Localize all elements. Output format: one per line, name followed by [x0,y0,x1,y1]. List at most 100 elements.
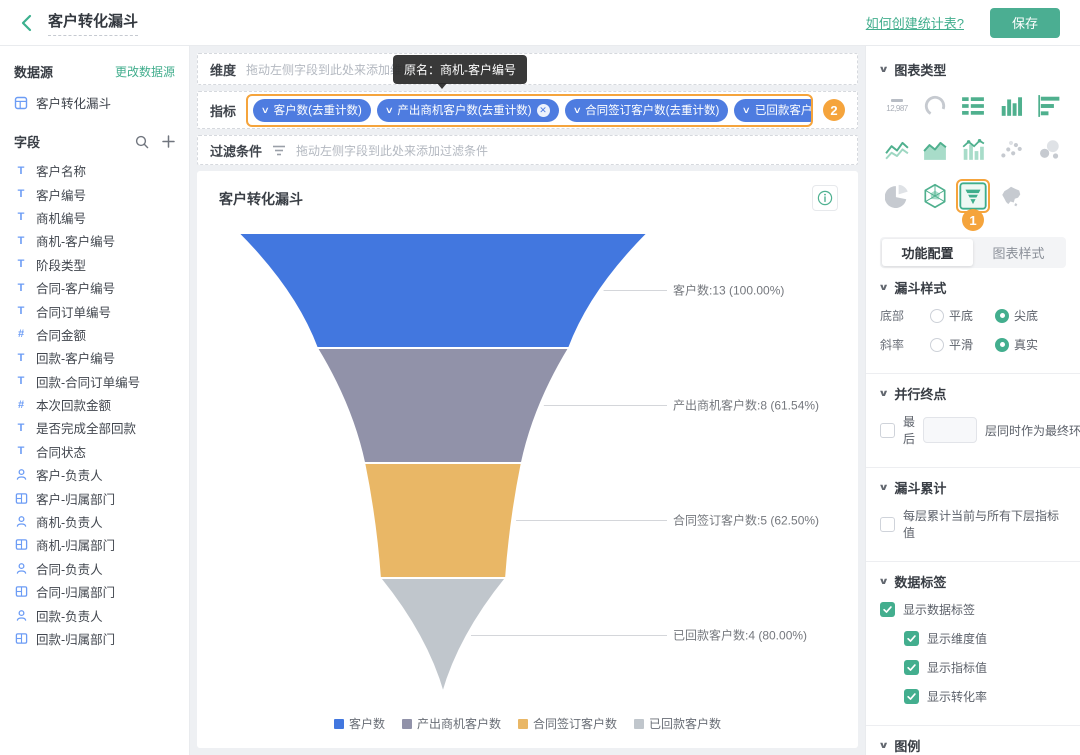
field-item[interactable]: 商机-归属部门 [14,533,175,556]
show-data-labels-checkbox[interactable] [880,602,895,617]
bubble-chart-icon[interactable] [1034,135,1064,165]
field-item[interactable]: T合同订单编号 [14,299,175,322]
field-item[interactable]: 客户-归属部门 [14,486,175,509]
radar-chart-icon[interactable] [920,181,950,211]
gauge-icon[interactable] [920,91,950,121]
field-item[interactable]: 合同-归属部门 [14,580,175,603]
line-chart-icon[interactable] [882,135,912,165]
funnel-chart: 客户数:13 (100.00%)产出商机客户数:8 (61.54%)合同签订客户… [197,219,858,719]
metric-drop-zone[interactable]: 指标 ∨客户数(去重计数)∨产出商机客户数(去重计数)✕∨合同签订客户数(去重计… [197,91,858,129]
table-chart-icon[interactable] [958,91,988,121]
text-field-icon: T [14,351,28,365]
field-item-label: 是否完成全部回款 [36,418,136,437]
filter-label: 过滤条件 [210,141,262,160]
field-item-label: 合同-归属部门 [36,582,115,601]
sub-checkbox[interactable] [904,660,919,675]
dimension-drop-zone[interactable]: 维度 拖动左侧字段到此处来添加维度 [197,53,858,85]
page-title[interactable]: 客户转化漏斗 [48,10,138,36]
radio-option[interactable]: 平底 [930,307,973,324]
funnel-chart-icon [958,181,988,211]
column-chart-icon[interactable] [996,91,1026,121]
field-item[interactable]: T商机编号 [14,206,175,229]
legend-item[interactable]: 客户数 [334,715,385,732]
field-item-label: 阶段类型 [36,255,86,274]
field-item[interactable]: 商机-负责人 [14,510,175,533]
funnel-segment [238,233,648,348]
person-field-icon [14,468,28,481]
chart-type-empty-cell [1034,181,1064,211]
sub-checkbox[interactable] [904,689,919,704]
area-chart-icon[interactable] [920,135,950,165]
field-item[interactable]: #合同金额 [14,323,175,346]
field-item[interactable]: T是否完成全部回款 [14,416,175,439]
field-item[interactable]: 回款-负责人 [14,603,175,626]
back-button[interactable] [20,14,34,32]
metric-pill[interactable]: ∨合同签订客户数(去重计数) [565,99,729,122]
option-row-label: 斜率 [880,336,922,353]
parallel-end-checkbox[interactable] [880,423,895,438]
radio-option[interactable]: 真实 [995,336,1038,353]
section-parallel-end[interactable]: ∨ 并行终点 [866,374,1080,407]
section-legend[interactable]: ∨ 图例 [866,726,1080,755]
save-button[interactable]: 保存 [990,8,1060,38]
help-link[interactable]: 如何创建统计表? [866,13,964,32]
radio-option[interactable]: 平滑 [930,336,973,353]
field-item[interactable]: 客户-负责人 [14,463,175,486]
section-funnel-style[interactable]: ∨ 漏斗样式 [866,268,1080,301]
field-item[interactable]: 回款-归属部门 [14,627,175,650]
chevron-down-icon: ∨ [878,740,889,751]
field-item-label: 合同-客户编号 [36,278,115,297]
field-item[interactable]: T回款-合同订单编号 [14,370,175,393]
legend-item[interactable]: 已回款客户数 [634,715,721,732]
tab-active[interactable]: 功能配置 [882,239,973,266]
sub-checkbox[interactable] [904,631,919,646]
chart-legend: 客户数产出商机客户数合同签订客户数已回款客户数 [197,715,858,732]
datasource-item[interactable]: 客户转化漏斗 [14,91,175,120]
show-data-labels-row: 显示数据标签 [866,595,1080,624]
number-card-icon[interactable]: 12,987 [882,91,912,121]
field-item-label: 回款-客户编号 [36,348,115,367]
chart-info-button[interactable] [812,185,838,211]
field-item[interactable]: T客户编号 [14,182,175,205]
parallel-end-suffix: 层同时作为最终环节 [985,422,1080,439]
metric-pill[interactable]: ∨产出商机客户数(去重计数)✕ [377,99,559,122]
scatter-chart-icon[interactable] [996,135,1026,165]
section-data-labels[interactable]: ∨ 数据标签 [866,562,1080,595]
field-item[interactable]: T 回款-客户编号 [14,346,175,369]
map-chart-icon[interactable] [996,181,1026,211]
change-datasource-link[interactable]: 更改数据源 [115,63,175,80]
number-field-icon: # [14,398,28,412]
section-funnel-cumulate[interactable]: ∨ 漏斗累计 [866,468,1080,501]
funnel-chart-icon-selected[interactable]: 1 [956,179,990,213]
radio-option[interactable]: 尖底 [995,307,1038,324]
search-icon[interactable] [135,135,149,149]
field-item[interactable]: T阶段类型 [14,253,175,276]
field-item[interactable]: T客户名称 [14,159,175,182]
tab-inactive[interactable]: 图表样式 [973,239,1064,266]
parallel-end-input[interactable] [923,417,977,443]
funnel-cumulate-checkbox[interactable] [880,517,895,532]
radio-option-label: 平底 [949,307,973,324]
pill-chevron-icon: ∨ [742,105,751,116]
metric-pill[interactable]: ∨已回款客户数(去重计数) [734,99,813,122]
legend-item[interactable]: 合同签订客户数 [518,715,617,732]
combo-chart-icon[interactable] [958,135,988,165]
field-item[interactable]: T合同状态 [14,440,175,463]
filter-icon [272,144,286,157]
legend-item[interactable]: 产出商机客户数 [402,715,501,732]
pie-chart-icon[interactable] [882,181,912,211]
section-chart-type[interactable]: ∨ 图表类型 [866,50,1080,83]
filter-drop-zone[interactable]: 过滤条件 拖动左侧字段到此处来添加过滤条件 [197,135,858,165]
bar-chart-icon[interactable] [1034,91,1064,121]
department-field-icon [14,492,28,505]
field-item[interactable]: T商机-客户编号 [14,229,175,252]
field-item[interactable]: #本次回款金额 [14,393,175,416]
option-row-label: 底部 [880,307,922,324]
field-item[interactable]: 合同-负责人 [14,557,175,580]
info-icon [817,190,833,206]
annotation-badge-2: 2 [823,99,845,121]
field-item[interactable]: T合同-客户编号 [14,276,175,299]
metric-pill[interactable]: ∨客户数(去重计数) [253,99,371,122]
add-field-icon[interactable] [162,135,175,148]
pill-close-icon[interactable]: ✕ [537,104,550,117]
